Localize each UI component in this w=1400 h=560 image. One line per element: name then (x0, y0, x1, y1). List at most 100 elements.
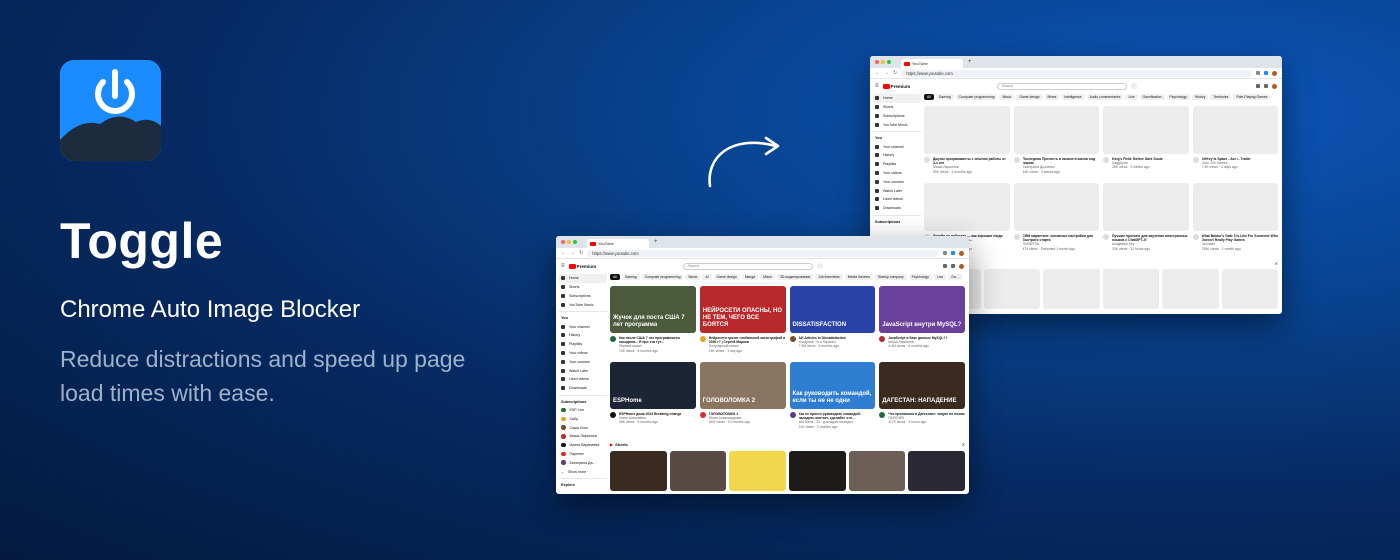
channel-avatar[interactable] (1192, 234, 1199, 240)
subscription-item[interactable]: Миша Ларионов (559, 432, 607, 441)
profile-avatar[interactable] (1272, 70, 1277, 76)
video-card[interactable]: ESPHome ESPHome дома 2024 Breaking change… (610, 362, 696, 434)
video-thumbnail[interactable] (1192, 106, 1278, 154)
subscription-item[interactable]: Ирина Варапаева (559, 441, 607, 450)
minimize-window-dot[interactable] (881, 60, 885, 64)
url-field[interactable]: https://www.youtube.com (587, 249, 939, 257)
video-title[interactable]: Лучшие проекты для изучения иностранных … (1112, 234, 1189, 242)
video-thumbnail[interactable] (1103, 183, 1189, 231)
browser-tab[interactable]: YouTube (587, 239, 649, 248)
sidebar-item[interactable]: Shorts (873, 103, 921, 112)
account-avatar[interactable] (1272, 83, 1277, 89)
sidebar-item[interactable]: Downloads (559, 384, 607, 393)
filter-chip[interactable]: Game design (1016, 94, 1043, 100)
filter-chip[interactable]: Territories (1210, 94, 1232, 100)
toggle-extension-icon[interactable] (951, 251, 955, 255)
new-tab-button[interactable]: + (968, 59, 972, 65)
search-input[interactable]: Search (996, 82, 1127, 90)
filter-chip[interactable]: Computer programming (641, 274, 684, 280)
sidebar-item[interactable]: Liked videos (559, 375, 607, 384)
short-thumbnail[interactable] (1102, 269, 1159, 309)
video-card[interactable]: Джуны программисты с опытом работы от 3-… (924, 106, 1010, 179)
video-thumbnail[interactable]: Жучок для поста США 7 лет программа (610, 286, 696, 333)
sidebar-item[interactable]: Home (559, 274, 607, 283)
show-more-item[interactable]: ⌄ Show more (559, 467, 607, 476)
maximize-window-dot[interactable] (887, 60, 891, 64)
channel-avatar[interactable] (1192, 157, 1199, 163)
profile-avatar[interactable] (959, 250, 964, 256)
filter-chip[interactable]: Computer programming (955, 94, 998, 100)
short-thumbnail[interactable] (610, 451, 667, 491)
video-card[interactable]: Лучшие проекты для изучения иностранных … (1103, 183, 1189, 256)
filter-chip[interactable]: Music (999, 94, 1015, 100)
video-card[interactable]: CRM маркетинг: основные настройки для бы… (1013, 183, 1099, 256)
sidebar-item[interactable]: Shorts (559, 283, 607, 292)
channel-avatar[interactable] (789, 412, 796, 418)
youtube-logo[interactable]: Premium (568, 263, 629, 269)
video-card[interactable]: Как руководить командой, если ты не не о… (789, 362, 876, 434)
filter-chip[interactable]: Live (933, 274, 947, 280)
short-thumbnail[interactable] (908, 451, 965, 491)
filter-chip[interactable]: Live (1125, 94, 1138, 100)
create-icon[interactable] (1256, 84, 1260, 88)
video-title[interactable]: Как не просто руководить командой: налад… (799, 412, 876, 420)
filter-chip[interactable]: AI (702, 274, 712, 280)
sidebar-item[interactable]: Your courses (873, 177, 921, 186)
video-thumbnail[interactable] (924, 106, 1010, 154)
account-avatar[interactable] (959, 263, 964, 269)
maximize-window-dot[interactable] (573, 240, 577, 244)
reload-icon[interactable]: ↻ (579, 250, 583, 256)
sidebar-item[interactable]: Playlists (559, 340, 607, 349)
video-thumbnail[interactable]: НЕЙРОСЕТИ ОПАСНЫ, НО НЕ ТЕМ, ЧЕГО ВСЕ БО… (699, 286, 786, 333)
video-card[interactable]: Jeffrey Is Space - Act I - Trailer Guru 1… (1192, 106, 1278, 179)
short-thumbnail[interactable] (1221, 269, 1278, 309)
short-thumbnail[interactable] (669, 451, 727, 491)
video-thumbnail[interactable] (1103, 106, 1189, 154)
filter-chip[interactable]: Psychology (1166, 94, 1190, 100)
close-window-dot[interactable] (875, 60, 879, 64)
filter-chip[interactable]: Gamification (1139, 94, 1165, 100)
channel-avatar[interactable] (1103, 234, 1109, 240)
channel-avatar[interactable] (610, 412, 616, 418)
short-thumbnail[interactable] (1162, 269, 1219, 309)
channel-avatar[interactable] (699, 412, 706, 418)
toggle-extension-icon[interactable] (1264, 71, 1268, 75)
filter-chip[interactable]: Gaming (935, 94, 954, 100)
channel-avatar[interactable] (879, 336, 886, 342)
filter-chip[interactable]: Ga... (948, 274, 962, 280)
video-card[interactable]: What Baldur's Gate 3 Is Like For Someone… (1192, 183, 1278, 256)
subscription-item[interactable]: ESP Live (559, 406, 607, 415)
channel-avatar[interactable] (1013, 234, 1020, 240)
video-thumbnail[interactable] (1013, 106, 1099, 154)
reload-icon[interactable]: ↻ (893, 70, 897, 76)
video-card[interactable]: ГОЛОВОЛОМКА 2 ГОЛОВОЛОМКА 2 Юлия Александр… (699, 362, 786, 434)
filter-chip[interactable]: Role-Playing Games (1233, 94, 1271, 100)
filter-chip[interactable]: Intelligence (1061, 94, 1085, 100)
video-thumbnail[interactable]: ESPHome (610, 362, 696, 409)
video-card[interactable]: ДАГЕСТАН: НАПАДЕНИЕ Что произошло в Дагес… (879, 362, 965, 434)
filter-chip[interactable]: Psychology (908, 274, 932, 280)
extension-icon[interactable] (1256, 71, 1260, 75)
sidebar-heading-you[interactable]: You (559, 314, 607, 322)
channel-avatar[interactable] (789, 336, 796, 342)
channel-avatar[interactable] (1013, 157, 1020, 163)
menu-icon[interactable]: ≡ (561, 263, 565, 269)
sidebar-item[interactable]: Watch Later (559, 366, 607, 375)
sidebar-item[interactable]: Subscriptions (559, 292, 607, 301)
short-thumbnail[interactable] (1043, 269, 1100, 309)
browser-tab[interactable]: YouTube (901, 59, 963, 68)
mic-icon[interactable] (1130, 83, 1137, 89)
short-thumbnail[interactable] (983, 269, 1040, 309)
bell-icon[interactable] (951, 264, 955, 268)
close-shorts-icon[interactable]: ✕ (962, 442, 965, 447)
filter-chip[interactable]: Job interviews (815, 274, 843, 280)
video-title[interactable]: Джуны программисты с опытом работы от 3-… (933, 157, 1010, 165)
video-card[interactable]: JavaScript внутри MySQL? JavaScript в баз… (879, 286, 965, 358)
video-title[interactable]: Последняя Прелесть в начале в жизни под … (1023, 157, 1100, 165)
video-thumbnail[interactable]: DISSATISFACTION (789, 286, 876, 333)
filter-chip[interactable]: All (610, 274, 620, 280)
forward-icon[interactable]: → (570, 250, 575, 256)
minimize-window-dot[interactable] (567, 240, 571, 244)
video-title[interactable]: Как после США 7 лет программисты находил… (619, 336, 696, 344)
filter-chip[interactable]: Manga (741, 274, 759, 280)
